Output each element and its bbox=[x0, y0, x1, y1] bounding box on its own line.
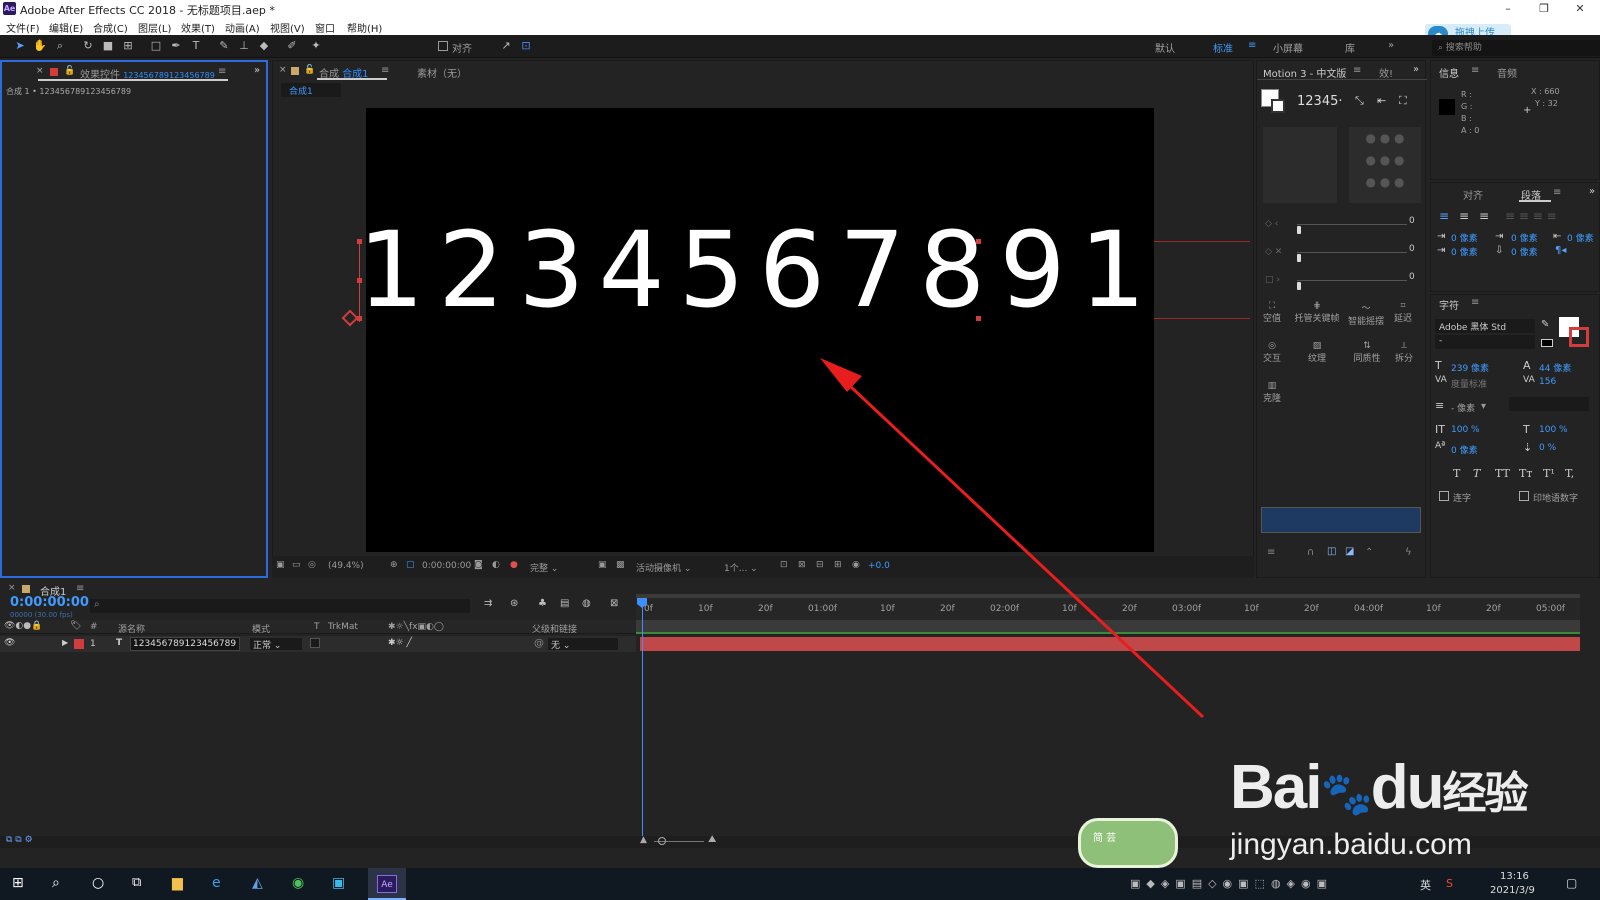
edge-icon[interactable]: e bbox=[212, 875, 221, 891]
task-view-icon[interactable]: ⧉ bbox=[132, 875, 141, 890]
file-explorer-icon[interactable]: ▆ bbox=[172, 875, 183, 891]
watermark-url: jingyan.baidu.com bbox=[1230, 828, 1472, 861]
wechat-icon[interactable]: ◉ bbox=[292, 875, 304, 891]
watermark-badge: 简 芸 bbox=[1078, 818, 1178, 868]
windows-start-icon[interactable]: ⊞ bbox=[12, 875, 24, 891]
clock-time[interactable]: 13:16 bbox=[1500, 871, 1529, 882]
arrow-head bbox=[820, 358, 862, 392]
ime-indicator[interactable]: 英 bbox=[1420, 877, 1431, 893]
media-icon[interactable]: ▣ bbox=[332, 875, 345, 891]
clock-date[interactable]: 2021/3/9 bbox=[1490, 885, 1535, 896]
paw-icon: 🐾 bbox=[1320, 770, 1372, 817]
watermark-brand: Bai🐾du经验 bbox=[1230, 753, 1529, 822]
taskbar: ⊞ ⌕ ○ ⧉ ▆ e ◭ ◉ ▣ Ae ▣◆◈▣▤◇◉▣⬚◍◈◉▣ 英 S 1… bbox=[0, 868, 1600, 900]
search-icon[interactable]: ⌕ bbox=[52, 875, 60, 891]
after-effects-icon: Ae bbox=[377, 875, 397, 893]
after-effects-taskbar-button[interactable]: Ae bbox=[368, 868, 406, 900]
app-icon[interactable]: ◭ bbox=[252, 875, 263, 891]
tray-icons[interactable]: ▣◆◈▣▤◇◉▣⬚◍◈◉▣ bbox=[1130, 877, 1333, 890]
sogou-icon[interactable]: S bbox=[1446, 877, 1453, 890]
arrow-shaft bbox=[833, 370, 1205, 719]
notification-icon[interactable]: ▢ bbox=[1566, 876, 1577, 890]
cortana-icon[interactable]: ○ bbox=[92, 875, 104, 891]
